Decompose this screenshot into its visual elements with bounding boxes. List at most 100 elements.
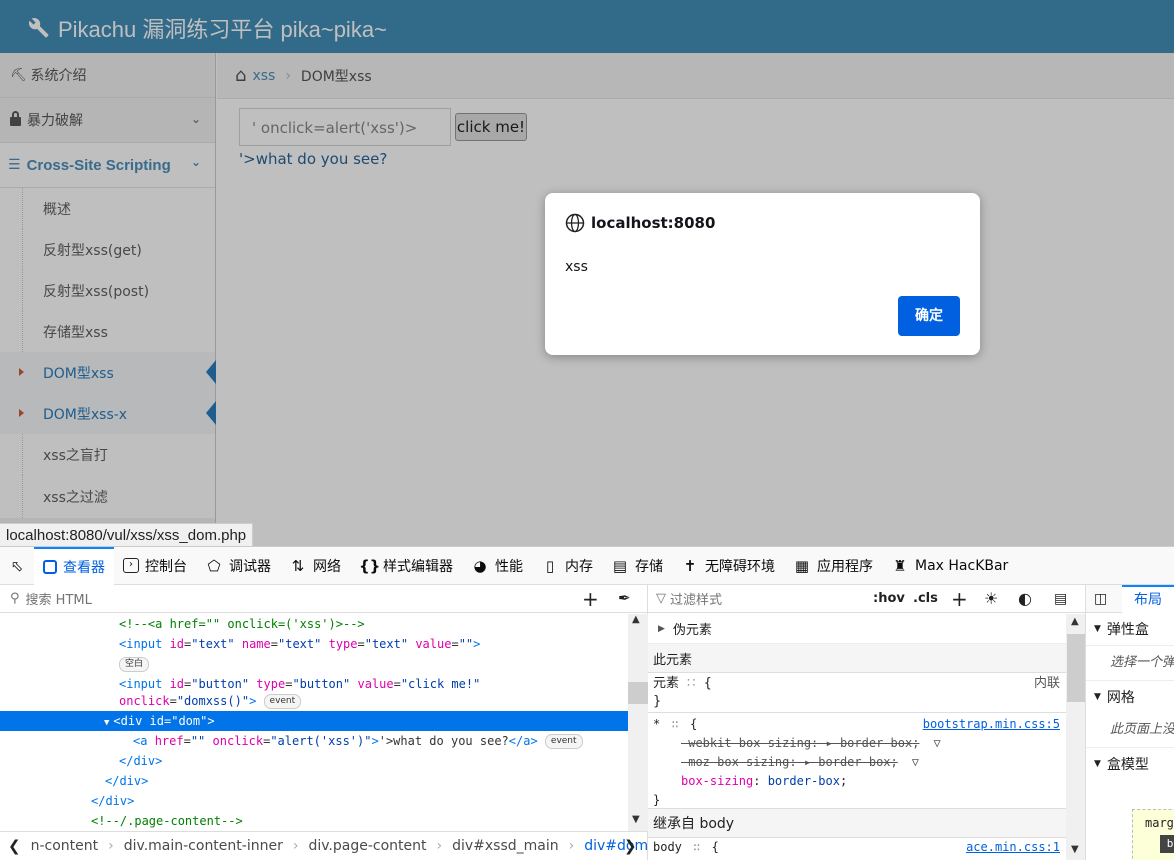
gauge-icon: ◕ [473, 556, 487, 575]
attr-name: type [328, 637, 358, 651]
add-node-icon[interactable]: + [582, 587, 599, 611]
universal-rule[interactable]: * ∷ {bootstrap.min.css:5 -webkit-box-siz… [648, 713, 1066, 809]
element-rule[interactable]: 元素 ∷ {内联 } [648, 673, 1066, 713]
grip-icon: ∷ [687, 676, 696, 691]
tab-accessibility[interactable]: ✝ 无障碍环境 [672, 547, 784, 585]
crumbs-left-icon[interactable]: ❮ [8, 837, 21, 855]
tag-text: > [207, 714, 215, 728]
css-val: border-box [767, 774, 840, 788]
status-bar-url: localhost:8080/vul/xss/xss_dom.php [0, 523, 254, 546]
add-rule-icon[interactable]: + [951, 587, 968, 611]
overridden-declaration[interactable]: -webkit-box-sizing: ▸ border-box; ▽ [653, 734, 1061, 753]
scroll-thumb[interactable] [1067, 634, 1085, 702]
expand-triangle-icon[interactable]: ▼ [104, 718, 109, 728]
body-rule[interactable]: body ∷ {ace.min.css:1 [648, 838, 1066, 860]
section-title: 继承自 body [653, 816, 735, 832]
event-badge[interactable]: event [544, 734, 583, 749]
scroll-thumb[interactable] [628, 682, 648, 704]
pick-element-button[interactable]: ⬁ [0, 547, 34, 585]
css-declaration[interactable]: box-sizing: border-box; [653, 772, 1061, 791]
markup-line[interactable]: <input id="text" name="text" type="text"… [0, 634, 628, 654]
markup-line[interactable]: <a href="" onclick="alert('xss')">'>what… [0, 731, 628, 751]
tab-hackbar[interactable]: ♜ Max HacKBar [882, 547, 1017, 585]
crumbs-right-icon[interactable]: ❯ [624, 837, 637, 855]
expand-right-icon: ▶ [658, 623, 665, 634]
filter-icon[interactable]: ▽ [933, 734, 940, 753]
brace-text: { [689, 717, 698, 731]
boxmodel-section-toggle[interactable]: ▼ 盒模型 [1086, 747, 1174, 780]
attr-value: "text" [278, 637, 322, 651]
scroll-down-icon[interactable]: ▼ [632, 814, 640, 825]
tab-storage[interactable]: ▤ 存储 [602, 547, 672, 585]
filter-icon[interactable]: ▽ [912, 753, 919, 772]
dark-mode-icon[interactable]: ◐ [1018, 589, 1032, 608]
attr-value: "" [190, 734, 206, 748]
markup-line-selected[interactable]: ▼ <div id="dom"> [0, 711, 628, 731]
brace-text: { [703, 676, 712, 691]
markup-line[interactable]: </div> [0, 771, 628, 791]
tab-console[interactable]: › 控制台 [114, 547, 196, 585]
collapse-icon: ▼ [1094, 692, 1101, 702]
whitespace-badge[interactable]: 空白 [119, 657, 150, 672]
hov-button[interactable]: :hov [873, 591, 905, 606]
search-icon: ⚲ [10, 591, 20, 606]
crumb[interactable]: n-content [31, 838, 99, 854]
element-breadcrumbs: ❮ n-content › div.main-content-inner › div… [0, 831, 648, 860]
light-mode-icon[interactable]: ☀ [984, 589, 998, 608]
attr-value: "domxss()" [176, 694, 250, 708]
scroll-down-icon[interactable]: ▼ [1071, 844, 1079, 855]
alert-dialog: localhost:8080 xss 确定 [545, 193, 980, 355]
source-link[interactable]: bootstrap.min.css:5 [923, 715, 1060, 734]
tab-debugger[interactable]: ⬠ 调试器 [196, 547, 280, 585]
tab-label: 存储 [635, 558, 663, 575]
crumb[interactable]: div.main-content-inner [124, 838, 283, 854]
scroll-up-icon[interactable]: ▲ [632, 614, 640, 625]
markup-line[interactable]: <!--/.page-content--> [0, 811, 628, 831]
cls-button[interactable]: .cls [913, 591, 938, 606]
grid-section-toggle[interactable]: ▼ 网格 [1086, 680, 1174, 713]
scroll-up-icon[interactable]: ▲ [1071, 616, 1079, 627]
print-icon[interactable]: ▤ [1054, 591, 1067, 607]
markup-line[interactable]: </div> [0, 751, 628, 771]
crumb[interactable]: div.page-content [308, 838, 426, 854]
markup-line[interactable]: onclick="domxss()"> event [0, 691, 628, 711]
tab-network[interactable]: ⇅ 网络 [280, 547, 350, 585]
tab-label: 样式编辑器 [383, 558, 453, 575]
crumb[interactable]: div#xssd_main [452, 838, 559, 854]
markup-line[interactable]: <!--<a href="" onclick=('xss')>--> [0, 614, 628, 634]
markup-scrollbar[interactable]: ▲ ▼ [628, 614, 648, 831]
tab-application[interactable]: ▦ 应用程序 [784, 547, 882, 585]
ok-button[interactable]: 确定 [898, 296, 960, 336]
tab-memory[interactable]: ▯ 内存 [532, 547, 602, 585]
html-search-bar: ⚲ 搜索 HTML + ✒ [0, 585, 647, 613]
sidebar-toggle-icon[interactable]: ◫ [1094, 591, 1107, 607]
filter-styles-input[interactable]: 过滤样式 [670, 589, 722, 608]
pick-element-icon: ⬁ [10, 556, 24, 575]
rules-scrollbar[interactable]: ▲ ▼ [1066, 614, 1085, 860]
tag-text: <a [133, 734, 155, 748]
dialog-origin: localhost:8080 [591, 214, 716, 232]
filter-icon: ▽ [656, 591, 666, 606]
crumb-selected[interactable]: div#dom [584, 838, 648, 854]
accessibility-icon: ✝ [683, 556, 697, 575]
tab-layout[interactable]: 布局 [1122, 585, 1174, 613]
grip-icon: ∷ [671, 717, 679, 731]
pseudo-elements-toggle[interactable]: ▶ 伪元素 [648, 614, 1066, 644]
html-search-input[interactable]: 搜索 HTML [26, 589, 92, 608]
tab-inspector[interactable]: 查看器 [34, 546, 114, 585]
tab-performance[interactable]: ◕ 性能 [462, 547, 532, 585]
node-text: '>what do you see? [378, 734, 509, 748]
markup-line: 空白 [0, 654, 628, 674]
overridden-declaration[interactable]: -moz-box-sizing: ▸ border-box; ▽ [653, 753, 1061, 772]
flexbox-section-toggle[interactable]: ▼ 弹性盒 [1086, 613, 1174, 646]
box-model-border[interactable]: b [1160, 835, 1174, 853]
event-badge[interactable]: event [263, 694, 302, 709]
attr-value: "dom" [171, 714, 208, 728]
source-link[interactable]: ace.min.css:1 [966, 840, 1060, 854]
markup-line[interactable]: </div> [0, 791, 628, 811]
section-title: 网格 [1106, 690, 1135, 706]
rule-selector: 元素 [653, 676, 680, 691]
eyedropper-icon[interactable]: ✒ [618, 589, 631, 607]
attr-value: "alert('xss')" [270, 734, 372, 748]
tab-style-editor[interactable]: {} 样式编辑器 [350, 547, 462, 585]
